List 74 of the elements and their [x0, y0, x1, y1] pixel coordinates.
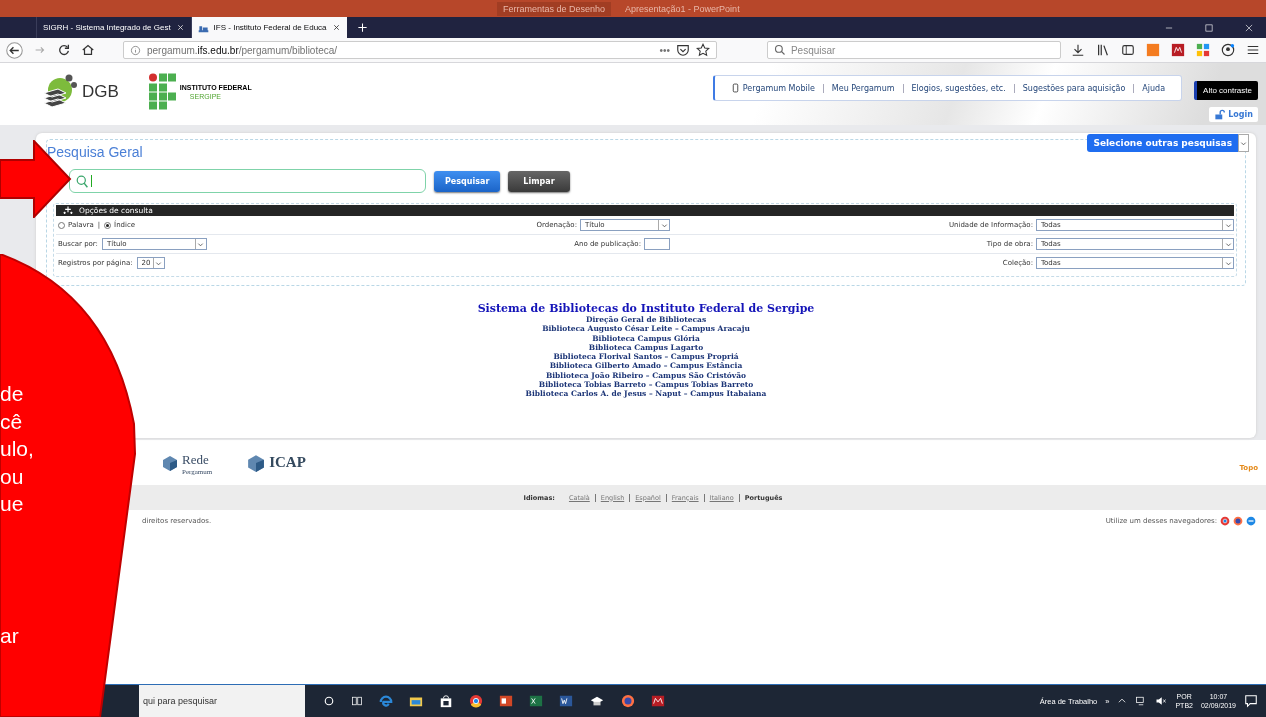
header-link[interactable]: Elogios, sugestões, etc. — [902, 83, 1014, 93]
caret-icon — [197, 240, 205, 248]
taskbar-search[interactable]: qui para pesquisar — [139, 685, 305, 717]
spreadsheet-app-icon[interactable] — [529, 694, 543, 708]
chevron-up-icon[interactable] — [1117, 696, 1128, 706]
extension-icon[interactable] — [1171, 43, 1185, 57]
caret-icon — [1224, 221, 1232, 229]
cap-icon[interactable] — [589, 694, 605, 708]
padlock-icon — [1214, 109, 1226, 120]
header-link[interactable]: Meu Pergamum — [822, 83, 903, 93]
address-bar[interactable]: pergamum.ifs.edu.br/pergamum/biblioteca/ ••• — [123, 41, 717, 59]
partner-logo: ICAP — [269, 454, 306, 471]
circle-icon[interactable] — [323, 695, 335, 707]
speaker-icon[interactable] — [1155, 695, 1168, 707]
window-title: Apresentação1 - PowerPoint — [625, 3, 740, 14]
search-input[interactable] — [69, 169, 426, 193]
high-contrast-button[interactable]: Alto contraste — [1194, 81, 1258, 100]
libraries-title: Sistema de Bibliotecas do Instituto Federal de Sergipe — [476, 302, 816, 315]
caret-icon[interactable] — [1240, 139, 1247, 147]
cube-logo-icon — [162, 454, 178, 471]
caret-icon — [1224, 240, 1232, 248]
browser-logo-icon[interactable] — [469, 694, 483, 708]
dgb-logo: DGB — [82, 82, 119, 102]
search-field[interactable]: Pesquisar — [766, 41, 1061, 59]
institute-logo-icon — [148, 73, 177, 111]
header-link[interactable]: Pergamum Mobile — [722, 83, 823, 93]
download-icon[interactable] — [1071, 43, 1085, 57]
notification-icon[interactable] — [1244, 694, 1258, 708]
clear-button[interactable]: Limpar — [508, 170, 570, 192]
header-link[interactable]: Ajuda — [1133, 83, 1174, 93]
search-icon — [773, 44, 786, 56]
plus-icon[interactable] — [356, 22, 368, 33]
year-input[interactable] — [644, 238, 670, 250]
info-icon — [130, 44, 141, 56]
search-icon — [76, 173, 89, 189]
library-icon[interactable] — [1096, 43, 1110, 57]
browser-tab[interactable]: IFS - Instituto Federal de Educa — [190, 17, 347, 38]
callout-text: cê — [0, 408, 24, 435]
pocket-icon[interactable] — [675, 43, 690, 57]
back-icon[interactable] — [6, 41, 23, 59]
reload-icon[interactable] — [57, 43, 71, 57]
callout-text: ar — [0, 622, 20, 649]
callout-text: de — [0, 381, 25, 407]
menu-icon[interactable] — [1246, 43, 1260, 57]
sidebar-icon[interactable] — [1121, 43, 1135, 57]
shopping-bag-icon[interactable] — [439, 694, 453, 708]
caret-icon — [1224, 259, 1232, 267]
slides-app-icon[interactable] — [499, 694, 513, 708]
extension-icon[interactable] — [1196, 43, 1210, 57]
other-searches-button[interactable]: Selecione outras pesquisas — [1087, 134, 1238, 152]
context-tab[interactable]: Ferramentas de Desenho — [497, 1, 612, 16]
browser-logo-icon[interactable] — [621, 694, 635, 708]
app-icon[interactable] — [651, 694, 665, 708]
close-icon[interactable] — [331, 23, 341, 32]
page-actions-button[interactable]: ••• — [659, 44, 670, 56]
caret-icon — [660, 221, 668, 229]
login-link[interactable]: Login — [1209, 107, 1258, 122]
phone-icon — [730, 83, 740, 93]
account-icon[interactable] — [1221, 43, 1235, 57]
browser-logo-icon — [1246, 516, 1256, 526]
callout-text: ulo, — [0, 436, 35, 463]
header-link[interactable]: Sugestões para aquisição — [1013, 83, 1134, 93]
close-icon[interactable] — [175, 23, 185, 32]
home-icon[interactable] — [81, 43, 95, 57]
caret-icon — [155, 259, 163, 267]
task-view-icon[interactable] — [351, 695, 363, 707]
star-icon[interactable] — [695, 43, 710, 57]
close-icon[interactable] — [1244, 22, 1254, 33]
cube-logo-icon — [247, 453, 266, 472]
document-app-icon[interactable] — [559, 694, 573, 708]
maximize-icon[interactable] — [1204, 22, 1214, 33]
search-button[interactable]: Pesquisar — [434, 170, 501, 192]
callout-text: ue — [0, 491, 25, 518]
callout-text: ou — [0, 463, 25, 490]
